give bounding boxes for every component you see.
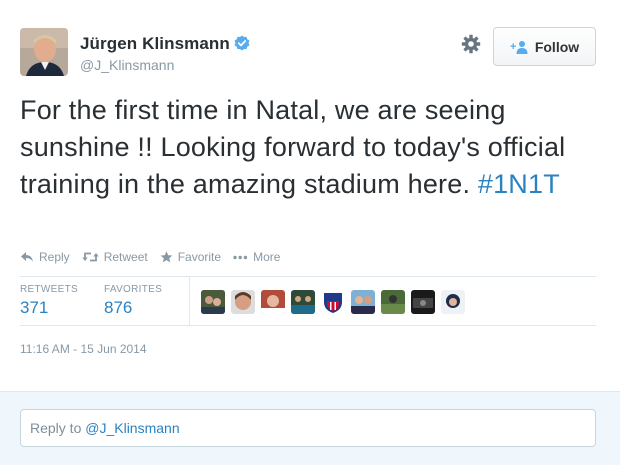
favorite-label: Favorite (177, 250, 222, 264)
reply-bar: Reply to @J_Klinsmann (0, 391, 620, 465)
tweet-timestamp[interactable]: 11:16 AM - 15 Jun 2014 (20, 342, 147, 356)
favorite-action[interactable]: Favorite (160, 250, 221, 264)
favoriter-avatar[interactable] (411, 290, 435, 314)
favoriter-avatar[interactable] (291, 290, 315, 314)
retweet-action[interactable]: Retweet (81, 250, 148, 264)
retweets-stat[interactable]: RETWEETS 371 (20, 284, 78, 318)
reply-label: Reply (39, 250, 70, 264)
favoriter-avatar[interactable] (441, 290, 465, 314)
favorites-count[interactable]: 876 (104, 298, 162, 318)
favorites-stat[interactable]: FAVORITES 876 (104, 284, 162, 318)
reply-icon (21, 252, 33, 262)
favoriter-avatar[interactable] (321, 290, 345, 314)
star-icon (160, 251, 173, 263)
favorites-label: FAVORITES (104, 284, 163, 295)
favoriter-avatar[interactable] (261, 290, 285, 314)
favoriter-avatar[interactable] (231, 290, 255, 314)
retweets-label: RETWEETS (20, 284, 78, 295)
more-dots-icon (233, 255, 248, 260)
favoriter-avatar[interactable] (351, 290, 375, 314)
reply-prefix: Reply to (30, 420, 86, 436)
tweet-text: For the first time in Natal, we are seei… (20, 92, 600, 203)
retweet-label: Retweet (103, 250, 148, 264)
favoriter-avatars (201, 290, 471, 314)
hashtag-link[interactable]: #1N1T (478, 169, 560, 199)
follow-button-label: Follow (534, 38, 580, 55)
follow-button[interactable]: + Follow (493, 27, 596, 66)
gear-icon[interactable] (461, 34, 481, 54)
more-action[interactable]: More (233, 250, 280, 264)
author-avatar[interactable] (20, 28, 68, 76)
reply-mention: @J_Klinsmann (85, 420, 180, 436)
retweets-count[interactable]: 371 (20, 298, 78, 318)
more-label: More (253, 250, 281, 264)
author-name-text[interactable]: Jürgen Klinsmann (80, 34, 230, 53)
stats-divider (189, 277, 190, 325)
tweet-actions: Reply Retweet Favorite More (20, 249, 292, 265)
add-user-icon: + (510, 40, 528, 54)
favoriter-avatar[interactable] (381, 290, 405, 314)
author-handle[interactable]: @J_Klinsmann (80, 57, 174, 73)
tweet-stats: RETWEETS 371 FAVORITES 876 (20, 276, 596, 326)
svg-text:+: + (510, 41, 516, 53)
author-name[interactable]: Jürgen Klinsmann (80, 34, 250, 54)
favoriter-avatar[interactable] (201, 290, 225, 314)
reply-input[interactable]: Reply to @J_Klinsmann (20, 409, 596, 447)
retweet-icon (81, 252, 99, 262)
verified-badge-icon (234, 35, 250, 51)
reply-action[interactable]: Reply (20, 250, 70, 264)
